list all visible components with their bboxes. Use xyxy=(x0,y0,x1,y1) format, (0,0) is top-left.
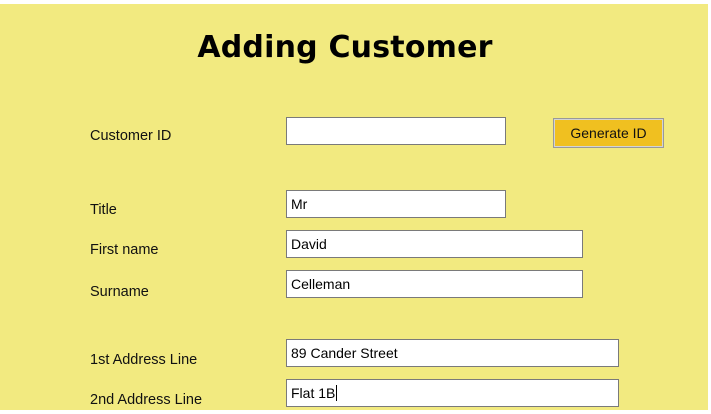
surname-field[interactable]: Celleman xyxy=(286,270,583,298)
address-line-1-value: 89 Cander Street xyxy=(291,345,398,361)
surname-value: Celleman xyxy=(291,276,351,292)
address-line-1-label: 1st Address Line xyxy=(90,352,198,368)
customer-id-label: Customer ID xyxy=(90,128,172,144)
address-line-2-label: 2nd Address Line xyxy=(90,392,203,408)
title-label: Title xyxy=(90,202,117,218)
form-title: Adding Customer xyxy=(197,30,493,65)
address-line-2-field[interactable]: Flat 1B xyxy=(286,379,619,407)
title-value: Mr xyxy=(291,196,308,212)
surname-label: Surname xyxy=(90,284,149,300)
adding-customer-form: Adding Customer Customer ID Generate ID … xyxy=(0,4,708,410)
first-name-value: David xyxy=(291,236,327,252)
address-line-1-field[interactable]: 89 Cander Street xyxy=(286,339,619,367)
generate-id-button[interactable]: Generate ID xyxy=(553,118,664,148)
customer-id-field[interactable] xyxy=(286,117,506,145)
first-name-label: First name xyxy=(90,242,159,258)
address-line-2-value: Flat 1B xyxy=(291,385,336,401)
title-field[interactable]: Mr xyxy=(286,190,506,218)
first-name-field[interactable]: David xyxy=(286,230,583,258)
text-caret xyxy=(336,385,338,401)
